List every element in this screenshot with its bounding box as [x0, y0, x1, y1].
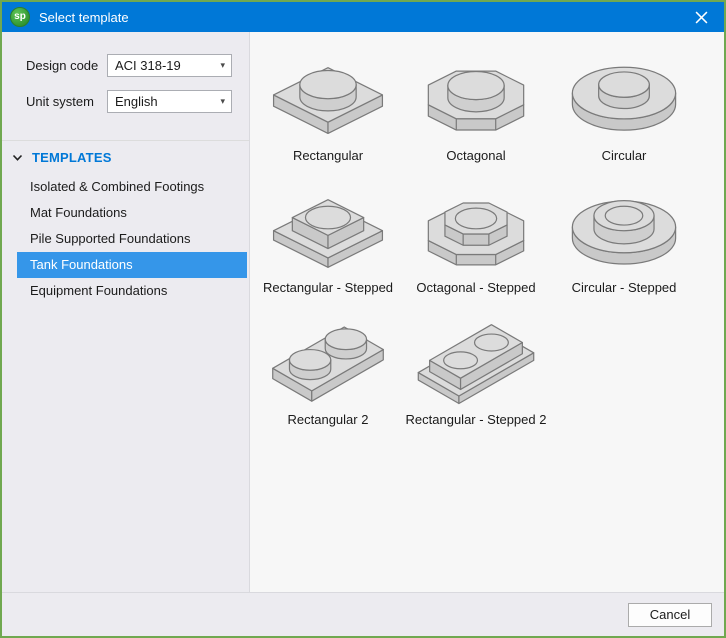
template-tile-label: Rectangular - Stepped	[263, 280, 393, 295]
oct-stepped-tank-icon	[415, 178, 537, 274]
unit-system-label: Unit system	[26, 94, 107, 109]
design-code-label: Design code	[26, 58, 107, 73]
oct-tank-icon	[415, 46, 537, 142]
circ-stepped-tank-icon	[563, 178, 685, 274]
template-tile-label: Octagonal	[446, 148, 505, 163]
close-button[interactable]	[678, 2, 724, 32]
template-tile-rectangular-stepped[interactable]: Rectangular - Stepped	[254, 178, 402, 295]
rect2-tank-icon	[267, 310, 389, 406]
template-tile-label: Circular	[602, 148, 647, 163]
sidebar-item-equipment-foundations[interactable]: Equipment Foundations	[17, 278, 247, 304]
template-tile-label: Circular - Stepped	[572, 280, 677, 295]
footer-bar: Cancel	[2, 592, 724, 636]
template-tile-circular[interactable]: Circular	[550, 46, 698, 163]
dropdown-caret-icon: ▾	[220, 97, 231, 106]
sidebar: Design code ACI 318-19 ▾ Unit system Eng…	[2, 32, 250, 592]
template-gallery: Rectangular Octagonal Circular Rectangular …	[250, 32, 724, 592]
template-tile-label: Rectangular 2	[288, 412, 369, 427]
sidebar-item-tank-foundations[interactable]: Tank Foundations	[17, 252, 247, 278]
unit-system-select[interactable]: English ▾	[107, 90, 232, 113]
titlebar[interactable]: sp Select template	[2, 2, 724, 32]
template-tile-label: Octagonal - Stepped	[416, 280, 535, 295]
unit-system-row: Unit system English ▾	[2, 90, 249, 113]
template-tile-octagonal[interactable]: Octagonal	[402, 46, 550, 163]
template-tile-rectangular-2[interactable]: Rectangular 2	[254, 310, 402, 427]
app-logo-text: sp	[14, 12, 26, 22]
design-code-row: Design code ACI 318-19 ▾	[2, 54, 249, 77]
select-template-dialog: sp Select template Design code ACI 318-1…	[0, 0, 726, 638]
rect-stepped2-tank-icon	[415, 310, 537, 406]
design-code-value: ACI 318-19	[108, 58, 220, 73]
unit-system-value: English	[108, 94, 220, 109]
dialog-body: Design code ACI 318-19 ▾ Unit system Eng…	[2, 32, 724, 592]
window-title: Select template	[39, 10, 678, 25]
sidebar-item-isolated-combined-footings[interactable]: Isolated & Combined Footings	[17, 174, 247, 200]
circ-tank-icon	[563, 46, 685, 142]
dropdown-caret-icon: ▾	[220, 61, 231, 70]
app-logo-icon: sp	[10, 7, 30, 27]
design-code-select[interactable]: ACI 318-19 ▾	[107, 54, 232, 77]
rect-stepped-tank-icon	[267, 178, 389, 274]
cancel-button[interactable]: Cancel	[628, 603, 712, 627]
templates-section-header[interactable]: TEMPLATES	[2, 141, 249, 170]
templates-header-label: TEMPLATES	[32, 150, 112, 165]
template-category-list: Isolated & Combined FootingsMat Foundati…	[2, 174, 249, 304]
sidebar-item-mat-foundations[interactable]: Mat Foundations	[17, 200, 247, 226]
template-tile-label: Rectangular	[293, 148, 363, 163]
chevron-down-icon	[12, 154, 23, 162]
template-tile-rectangular[interactable]: Rectangular	[254, 46, 402, 163]
sidebar-item-pile-supported-foundations[interactable]: Pile Supported Foundations	[17, 226, 247, 252]
close-icon	[695, 11, 708, 24]
template-tile-octagonal-stepped[interactable]: Octagonal - Stepped	[402, 178, 550, 295]
rect-tank-icon	[267, 46, 389, 142]
template-tile-rectangular-stepped-2[interactable]: Rectangular - Stepped 2	[402, 310, 550, 427]
template-tile-circular-stepped[interactable]: Circular - Stepped	[550, 178, 698, 295]
template-tile-label: Rectangular - Stepped 2	[406, 412, 547, 427]
